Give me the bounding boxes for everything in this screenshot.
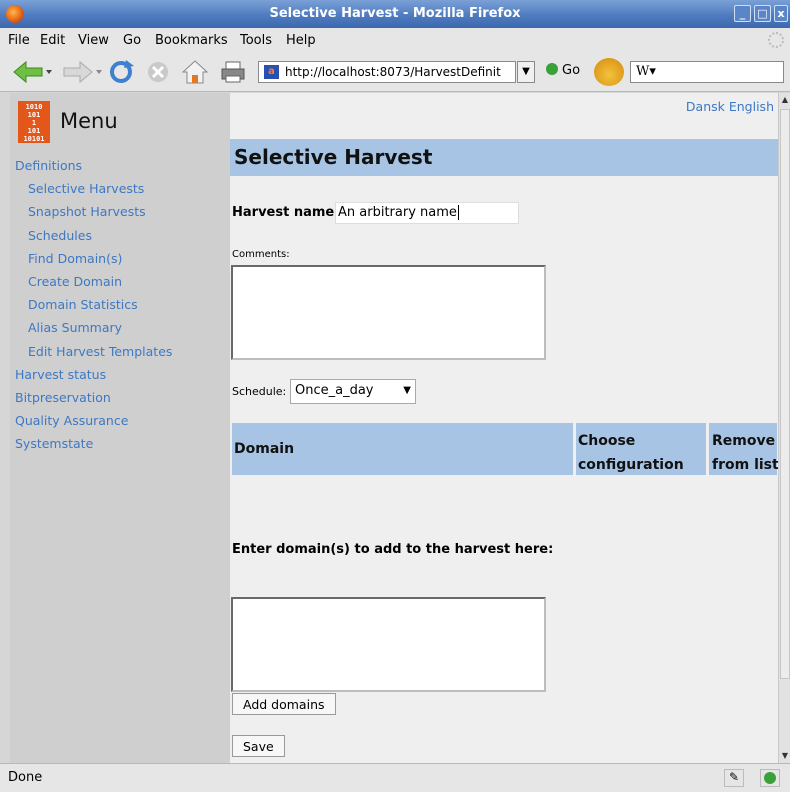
maximize-icon[interactable]: □ [754, 5, 771, 22]
close-icon[interactable]: x [774, 5, 788, 22]
vertical-scrollbar[interactable]: ▲ ▼ [778, 93, 790, 763]
sidebar-item-find-domains[interactable]: Find Domain(s) [10, 251, 172, 274]
netarchive-logo: 1010 101 1 101 10101 [18, 101, 50, 143]
status-text: Done [8, 770, 43, 785]
menu-title: Menu [60, 109, 118, 133]
url-dropdown-icon[interactable]: ▼ [517, 61, 535, 83]
domain-table-header: Domain Choose configuration Remove from … [232, 423, 779, 475]
scroll-up-icon[interactable]: ▲ [779, 93, 790, 107]
navigation-toolbar: a http://localhost:8073/HarvestDefinit ▼… [0, 52, 790, 92]
scroll-thumb[interactable] [780, 109, 790, 679]
save-button[interactable]: Save [232, 735, 285, 757]
menu-file[interactable]: File [8, 33, 30, 48]
menu-bookmarks[interactable]: Bookmarks [155, 33, 228, 48]
add-domains-button[interactable]: Add domains [232, 693, 336, 715]
forward-icon[interactable] [62, 60, 102, 84]
minimize-icon[interactable]: _ [734, 5, 751, 22]
lang-english-link[interactable]: English [729, 99, 774, 114]
col-remove-from-list: Remove from list [712, 433, 779, 473]
sidebar-item-definitions[interactable]: Definitions [10, 158, 172, 181]
comments-label: Comments: [232, 249, 290, 260]
harvest-name-input[interactable]: An arbitrary name [335, 202, 519, 224]
page-title: Selective Harvest [230, 139, 778, 176]
comments-textarea[interactable] [231, 265, 546, 360]
sidebar-item-alias-summary[interactable]: Alias Summary [10, 320, 172, 343]
sidebar-item-create-domain[interactable]: Create Domain [10, 274, 172, 297]
throbber-icon [768, 32, 784, 48]
enter-domains-label: Enter domain(s) to add to the harvest he… [232, 542, 554, 557]
main-content: Dansk English Selective Harvest Harvest … [230, 93, 779, 763]
search-field[interactable]: W▾ [630, 61, 784, 83]
menu-edit[interactable]: Edit [40, 33, 65, 48]
sidebar-item-quality-assurance[interactable]: Quality Assurance [10, 413, 172, 436]
sidebar-item-systemstate[interactable]: Systemstate [10, 436, 172, 459]
sidebar-item-edit-harvest-templates[interactable]: Edit Harvest Templates [10, 344, 172, 367]
schedule-select[interactable]: Once_a_day ▼ [290, 379, 416, 404]
harvest-name-label: Harvest name: [232, 205, 340, 220]
menu-go[interactable]: Go [123, 33, 141, 48]
sidebar-item-snapshot-harvests[interactable]: Snapshot Harvests [10, 204, 172, 227]
reload-icon[interactable] [108, 60, 134, 84]
site-favicon: a [264, 65, 279, 79]
go-button[interactable]: Go [546, 63, 580, 78]
menu-tools[interactable]: Tools [240, 33, 272, 48]
menu-view[interactable]: View [78, 33, 109, 48]
lang-dansk-link[interactable]: Dansk [686, 99, 725, 114]
connection-icon: ✎ [724, 769, 744, 787]
go-icon [546, 63, 558, 75]
home-icon[interactable] [182, 60, 208, 84]
owl-icon[interactable] [594, 58, 624, 86]
sidebar-item-schedules[interactable]: Schedules [10, 228, 172, 251]
url-field[interactable]: a http://localhost:8073/HarvestDefinit [258, 61, 516, 83]
sidebar: 1010 101 1 101 10101 Menu Definitions Select… [10, 93, 230, 763]
security-ok-icon [760, 769, 780, 787]
back-icon[interactable] [12, 60, 52, 84]
print-icon[interactable] [220, 60, 246, 84]
menu-bar: File Edit View Go Bookmarks Tools Help [0, 28, 790, 52]
domains-textarea[interactable] [231, 597, 546, 692]
sidebar-item-bitpreservation[interactable]: Bitpreservation [10, 390, 172, 413]
sidebar-item-harvest-status[interactable]: Harvest status [10, 367, 172, 390]
menu-help[interactable]: Help [286, 33, 316, 48]
sidebar-nav: Definitions Selective Harvests Snapshot … [10, 158, 172, 459]
sidebar-item-selective-harvests[interactable]: Selective Harvests [10, 181, 172, 204]
schedule-label: Schedule: [232, 385, 287, 398]
sidebar-item-domain-statistics[interactable]: Domain Statistics [10, 297, 172, 320]
window-title: Selective Harvest - Mozilla Firefox [269, 6, 521, 21]
status-bar: Done ✎ [0, 763, 790, 792]
col-choose-configuration: Choose configuration [578, 433, 684, 473]
col-domain: Domain [234, 441, 295, 457]
window-titlebar: Selective Harvest - Mozilla Firefox _ □ … [0, 0, 790, 28]
dropdown-arrow-icon: ▼ [403, 385, 411, 396]
scroll-down-icon[interactable]: ▼ [779, 749, 790, 763]
language-switcher: Dansk English [686, 99, 774, 114]
stop-icon[interactable] [146, 60, 170, 84]
